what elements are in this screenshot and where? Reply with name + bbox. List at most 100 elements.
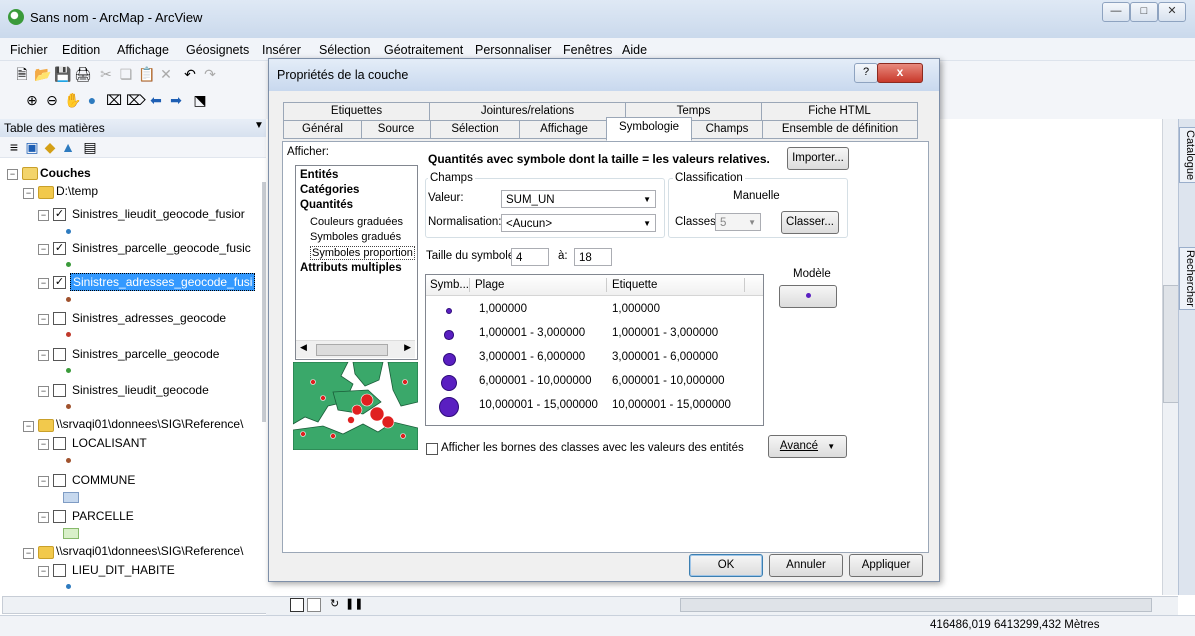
toc-folder-reference-2[interactable]: \\srvaqi01\donnees\SIG\Reference\ [56,544,243,558]
tab-affichage[interactable]: Affichage [519,120,609,139]
menu-item[interactable]: Personnaliser [475,43,551,57]
col-symbole[interactable]: Symb... [430,275,469,295]
normalisation-dropdown[interactable]: <Aucun> ▼ [501,214,656,232]
maximize-button[interactable]: □ [1130,2,1158,22]
graduated-symbol-icon[interactable] [446,308,452,314]
expand-toggle[interactable]: − [38,566,49,577]
layer-name[interactable]: COMMUNE [72,473,135,487]
tree-horizontal-scrollbar[interactable]: ◀ ▶ [296,340,415,358]
toc-folder-reference[interactable]: \\srvaqi01\donnees\SIG\Reference\ [56,417,243,431]
expand-toggle[interactable]: − [38,386,49,397]
layer-visibility-checkbox[interactable] [53,474,66,487]
tab-selection[interactable]: Sélection [430,120,520,139]
minimize-button[interactable]: — [1102,2,1130,22]
tab-rechercher[interactable]: Rechercher [1179,247,1195,310]
class-plage[interactable]: 1,000001 - 3,000000 [479,327,585,339]
delete-icon[interactable]: ✕ [158,66,174,82]
list-by-visibility-icon[interactable]: ◆ [42,139,58,155]
class-etiquette[interactable]: 3,000001 - 6,000000 [612,351,718,363]
tree-quantites[interactable]: Quantités [300,199,353,211]
pin-icon[interactable]: ▼ [254,120,264,131]
tab-champs[interactable]: Champs [691,120,763,139]
annuler-button[interactable]: Annuler [769,554,843,577]
class-plage[interactable]: 10,000001 - 15,000000 [479,399,598,411]
valeur-dropdown[interactable]: SUM_UN ▼ [501,190,656,208]
menu-geosignets[interactable]: Géosignets [186,43,249,57]
class-etiquette[interactable]: 1,000001 - 3,000000 [612,327,718,339]
class-row[interactable]: 10,000001 - 15,000000 10,000001 - 15,0000… [426,395,763,417]
options-icon[interactable]: ▤ [82,139,98,155]
undo-icon[interactable]: ↶ [182,66,198,82]
expand-toggle[interactable]: − [38,210,49,221]
refresh-icon[interactable]: ↻ [330,597,339,610]
tree-attributs-multiples[interactable]: Attributs multiples [300,262,402,274]
fixed-zoom-in-icon[interactable]: ⌧ [106,92,122,108]
fixed-zoom-out-icon[interactable]: ⌦ [126,92,146,108]
expand-toggle[interactable]: − [38,512,49,523]
expand-toggle[interactable]: − [23,421,34,432]
tab-general[interactable]: Général [283,120,362,139]
graduated-symbol-icon[interactable] [440,374,458,392]
expand-toggle[interactable]: − [23,188,34,199]
class-plage[interactable]: 6,000001 - 10,000000 [479,375,592,387]
tree-couleurs-graduees[interactable]: Couleurs graduées [310,216,403,228]
graduated-symbol-icon[interactable] [439,397,459,417]
paste-icon[interactable]: 📋 [138,66,155,82]
zoom-in-icon[interactable]: ⊕ [24,92,40,108]
class-row[interactable]: 1,000000 1,000000 [426,299,763,321]
menu-affichage[interactable]: Affichage [117,43,169,57]
menu-item[interactable]: Sélection [319,43,370,57]
help-button[interactable]: ? [854,63,878,83]
toc-folder-temp[interactable]: D:\temp [56,184,98,198]
expand-toggle[interactable]: − [7,169,18,180]
scroll-left-icon[interactable]: ◀ [300,342,307,353]
expand-toggle[interactable]: − [38,350,49,361]
print-icon[interactable]: 🖨 [74,66,92,82]
toc-horizontal-scrollbar[interactable] [2,596,268,614]
layer-visibility-checkbox[interactable]: ✓ [53,242,66,255]
expand-toggle[interactable]: − [38,278,49,289]
avance-button[interactable]: Avancé ▼ [768,435,847,458]
layer-visibility-checkbox[interactable] [53,312,66,325]
forward-arrow-icon[interactable]: ➡ [168,92,184,108]
new-document-icon[interactable]: 🗎 [14,66,30,82]
map-scroll-thumb[interactable] [1163,285,1179,403]
cut-icon[interactable]: ✂ [98,66,114,82]
expand-toggle[interactable]: − [38,476,49,487]
importer-button[interactable]: Importer... [787,147,849,170]
tab-jointures[interactable]: Jointures/relations [429,102,626,121]
tab-symbologie[interactable]: Symbologie [606,117,692,141]
appliquer-button[interactable]: Appliquer [849,554,923,577]
open-folder-icon[interactable]: 📂 [34,66,51,82]
expand-toggle[interactable]: − [38,439,49,450]
layer-name[interactable]: Sinistres_adresses_geocode [72,311,226,325]
layer-name[interactable]: LIEU_DIT_HABITE [72,563,175,577]
select-features-icon[interactable]: ⬔ [192,92,208,108]
layer-name[interactable]: Sinistres_lieudit_geocode_fusior [72,207,245,221]
afficher-bornes-checkbox[interactable] [426,443,438,455]
layer-name[interactable]: Sinistres_parcelle_geocode [72,347,219,361]
ok-button[interactable]: OK [689,554,763,577]
tab-fiche-html[interactable]: Fiche HTML [761,102,918,121]
pause-icon[interactable]: ❚❚ [345,597,363,610]
classer-button[interactable]: Classer... [781,211,839,234]
map-horizontal-scroll-thumb[interactable] [680,598,1152,612]
taille-to-input[interactable]: 18 [574,248,612,266]
menu-item[interactable]: Aide [622,43,647,57]
class-breaks-grid[interactable]: Symb... Plage Etiquette 1,000000 1,000000… [425,274,764,426]
tab-source[interactable]: Source [361,120,431,139]
layer-visibility-checkbox[interactable] [53,510,66,523]
tree-categories[interactable]: Catégories [300,184,359,196]
layer-visibility-checkbox[interactable] [53,564,66,577]
save-icon[interactable]: 💾 [54,66,71,82]
menu-item[interactable]: Fenêtres [563,43,612,57]
data-view-icon[interactable] [290,598,304,612]
copy-icon[interactable]: ❏ [118,66,134,82]
layer-visibility-checkbox[interactable]: ✓ [53,208,66,221]
class-row[interactable]: 1,000001 - 3,000000 1,000001 - 3,000000 [426,323,763,345]
back-arrow-icon[interactable]: ⬅ [148,92,164,108]
tab-etiquettes[interactable]: Etiquettes [283,102,430,121]
scroll-thumb[interactable] [316,344,388,356]
layout-view-icon[interactable] [307,598,321,612]
list-by-drawing-order-icon[interactable]: ≡ [6,139,22,155]
